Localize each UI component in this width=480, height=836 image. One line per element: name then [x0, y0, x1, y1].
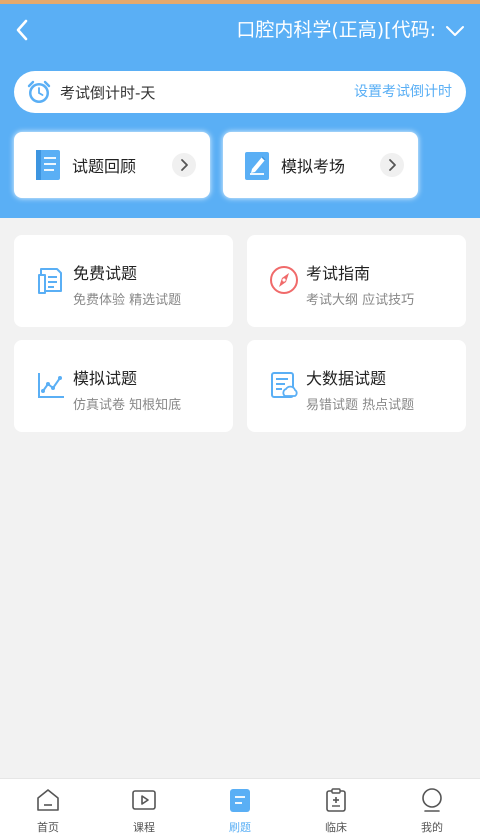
chevron-right-icon	[172, 153, 196, 177]
tab-courses[interactable]: 课程	[96, 779, 192, 836]
clipboard-icon	[326, 788, 346, 812]
chevron-right-icon	[380, 153, 404, 177]
card-title: 免费试题	[73, 264, 138, 283]
tab-label: 临床	[325, 821, 347, 834]
quick-action-label: 试题回顾	[72, 157, 137, 176]
card-title: 模拟试题	[73, 369, 138, 388]
countdown-text: 考试倒计时-天	[60, 83, 156, 102]
alarm-clock-icon	[27, 80, 51, 103]
card-subtitle: 考试大纲 应试技巧	[306, 293, 415, 308]
tab-mine[interactable]: 我的	[384, 779, 480, 836]
compass-icon	[270, 266, 298, 294]
exam-guide-card[interactable]: 考试指南 考试大纲 应试技巧	[247, 235, 466, 327]
chevron-down-icon[interactable]	[444, 20, 466, 42]
tab-label: 首页	[37, 821, 59, 834]
pencil-paper-icon	[245, 152, 269, 180]
card-subtitle: 仿真试卷 知根知底	[73, 398, 182, 413]
card-title: 大数据试题	[306, 369, 387, 388]
tab-label: 我的	[421, 821, 443, 834]
free-questions-card[interactable]: 免费试题 免费体验 精选试题	[14, 235, 233, 327]
data-report-icon	[271, 372, 298, 398]
quick-action-label: 模拟考场	[281, 157, 346, 176]
mock-questions-card[interactable]: 模拟试题 仿真试卷 知根知底	[14, 340, 233, 432]
book-icon	[36, 150, 60, 180]
chevron-left-icon	[16, 19, 28, 41]
card-title: 考试指南	[306, 264, 371, 283]
tab-practice[interactable]: 刷题	[192, 779, 288, 836]
tab-label: 课程	[133, 821, 155, 834]
mock-exam-hall-button[interactable]: 模拟考场	[223, 132, 418, 198]
home-icon	[37, 789, 59, 811]
big-data-questions-card[interactable]: 大数据试题 易错试题 热点试题	[247, 340, 466, 432]
back-button[interactable]	[8, 14, 36, 46]
page-title[interactable]: 口腔内科学(正高)[代码:	[236, 14, 436, 46]
bottom-tab-bar: 首页 课程 刷题 临床 我的	[0, 778, 480, 836]
question-review-button[interactable]: 试题回顾	[14, 132, 210, 198]
card-subtitle: 免费体验 精选试题	[73, 293, 182, 308]
document-icon	[38, 268, 62, 294]
tab-home[interactable]: 首页	[0, 779, 96, 836]
tab-label: 刷题	[229, 821, 251, 834]
practice-icon	[230, 789, 250, 812]
exam-countdown-bar: 考试倒计时-天 设置考试倒计时	[14, 71, 466, 113]
tab-clinical[interactable]: 临床	[288, 779, 384, 836]
set-countdown-link[interactable]: 设置考试倒计时	[354, 71, 452, 113]
card-subtitle: 易错试题 热点试题	[306, 398, 415, 413]
user-icon	[422, 788, 442, 812]
video-play-icon	[132, 790, 156, 810]
line-chart-icon	[38, 373, 64, 398]
